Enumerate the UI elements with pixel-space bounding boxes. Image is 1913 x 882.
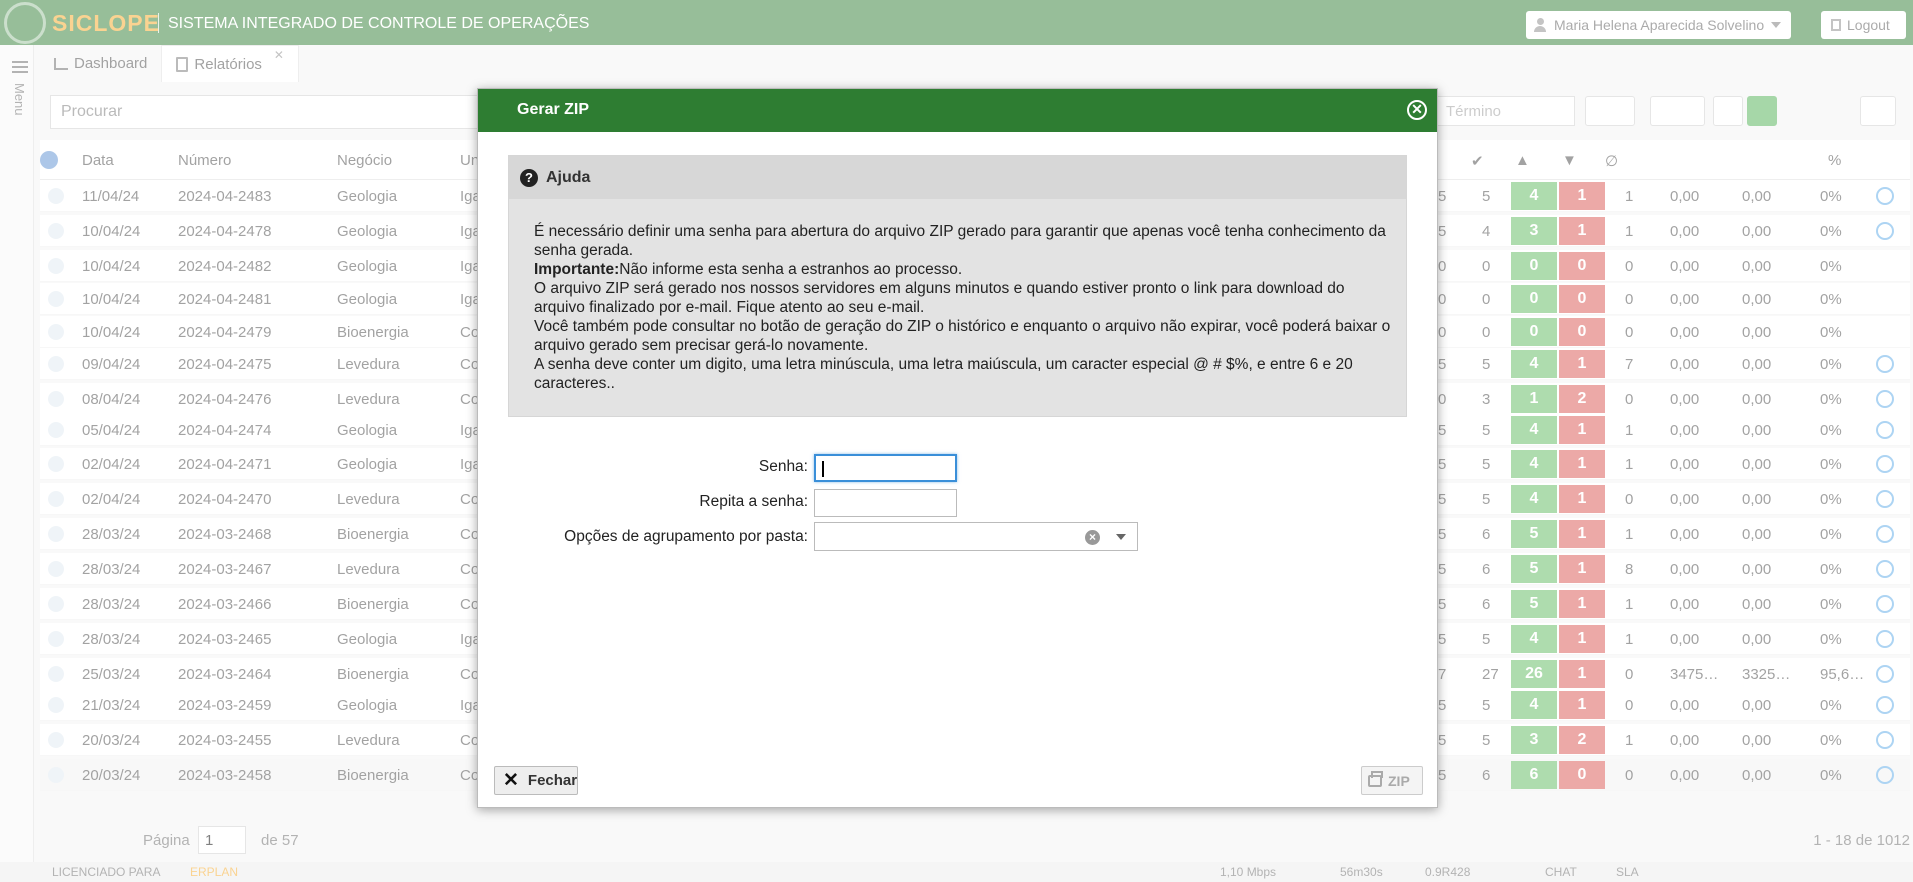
agrupamento-select[interactable]: ×: [814, 522, 1138, 551]
senha-label: Senha:: [758, 458, 808, 475]
help-header: ? Ajuda: [509, 156, 1406, 199]
help-paragraph: O arquivo ZIP será gerado nos nossos ser…: [534, 280, 1345, 316]
senha-field[interactable]: [814, 454, 957, 482]
text-cursor: [822, 461, 824, 477]
printer-icon: [1368, 770, 1383, 787]
agrupamento-label: Opções de agrupamento por pasta:: [564, 528, 808, 545]
gerar-zip-dialog: Gerar ZIP ✕ ? Ajuda É necessário definir…: [477, 88, 1438, 808]
dialog-header: Gerar ZIP ✕: [478, 89, 1437, 132]
help-text: É necessário definir uma senha para aber…: [534, 222, 1394, 393]
chevron-down-icon[interactable]: [1116, 534, 1126, 540]
help-paragraph: É necessário definir uma senha para aber…: [534, 223, 1386, 259]
important-label: Importante:: [534, 261, 620, 278]
important-text: Não informe esta senha a estranhos ao pr…: [619, 261, 963, 278]
repita-senha-field[interactable]: [814, 489, 957, 517]
fechar-button[interactable]: ✕ Fechar: [494, 766, 578, 795]
help-paragraph: A senha deve conter um digito, uma letra…: [534, 356, 1353, 392]
fechar-label: Fechar: [527, 772, 578, 789]
help-title: Ajuda: [546, 169, 591, 186]
repita-senha-label: Repita a senha:: [699, 493, 808, 510]
x-icon: ✕: [503, 770, 519, 791]
clear-icon[interactable]: ×: [1085, 530, 1100, 545]
close-icon[interactable]: ✕: [1407, 100, 1427, 120]
help-icon: ?: [520, 169, 538, 187]
zip-label: ZIP: [1388, 772, 1410, 789]
help-paragraph: Você também pode consultar no botão de g…: [534, 318, 1391, 354]
zip-button[interactable]: ZIP: [1361, 766, 1423, 795]
help-important: Importante:Não informe esta senha a estr…: [534, 260, 1394, 279]
dialog-title: Gerar ZIP: [517, 101, 590, 118]
help-panel: ? Ajuda É necessário definir uma senha p…: [508, 155, 1407, 417]
